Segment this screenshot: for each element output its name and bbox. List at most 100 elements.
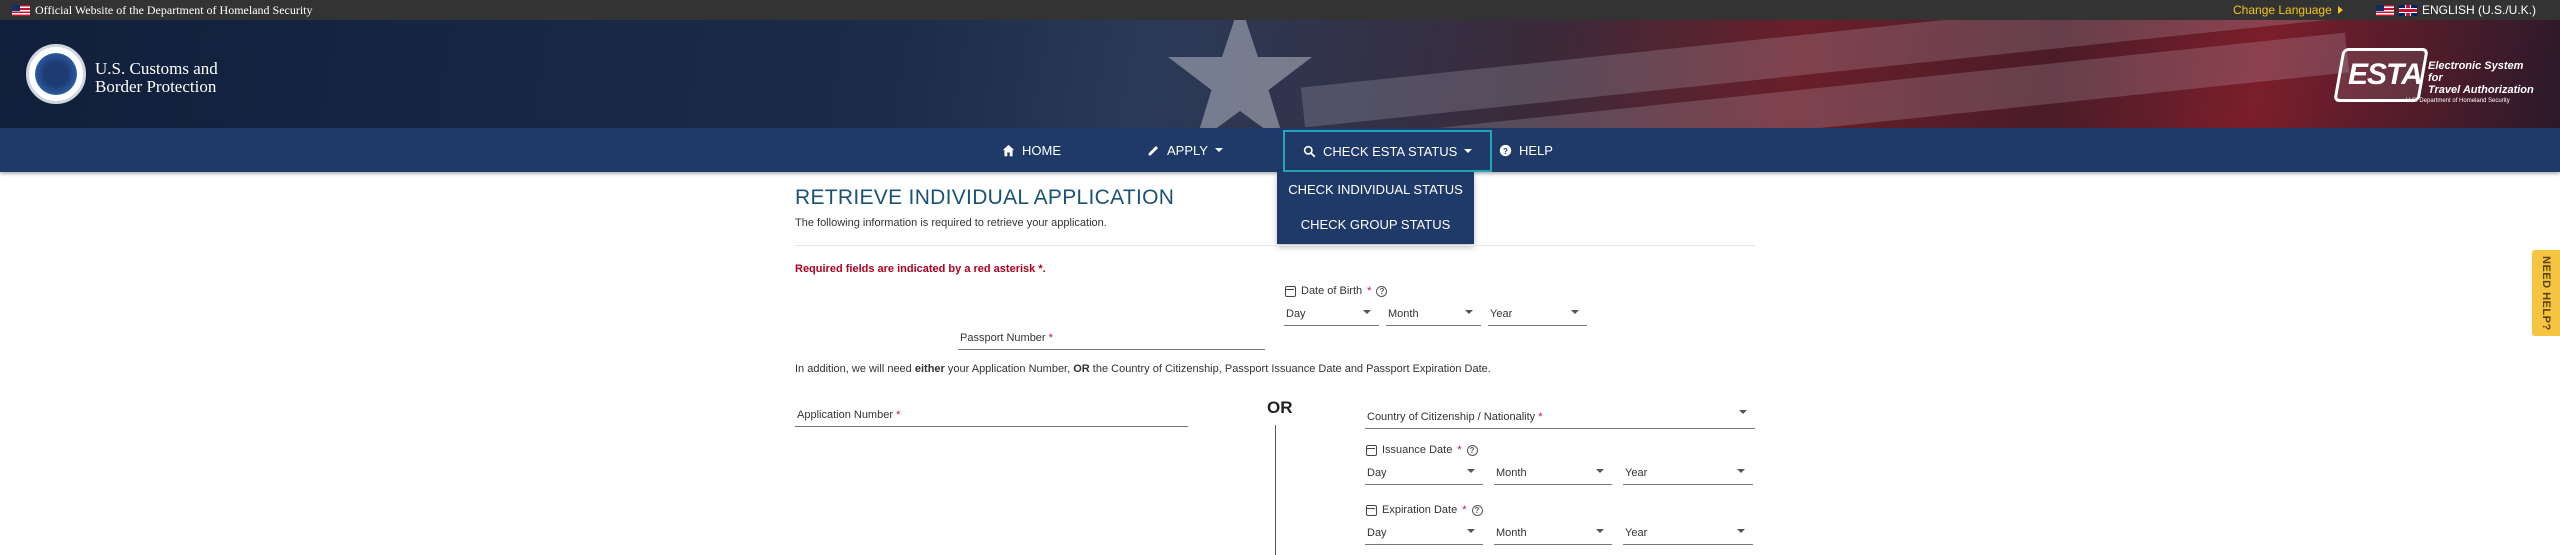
- application-number-label: Application Number *: [797, 409, 900, 421]
- svg-text:?: ?: [1503, 146, 1508, 155]
- expiration-year-select[interactable]: Year: [1623, 523, 1753, 545]
- nav-help-label: HELP: [1519, 142, 1553, 158]
- info-text-post: the Country of Citizenship, Passport Iss…: [1089, 363, 1491, 375]
- issuance-day-select[interactable]: Day: [1365, 463, 1483, 485]
- expiration-year-value: Year: [1625, 527, 1648, 539]
- check-status-dropdown: CHECK INDIVIDUAL STATUS CHECK GROUP STAT…: [1277, 172, 1474, 244]
- chevron-down-icon: [1467, 469, 1475, 473]
- or-divider: OR: [1267, 398, 1293, 417]
- country-of-citizenship-select[interactable]: Country of Citizenship / Nationality *: [1365, 404, 1755, 429]
- header-banner: U.S. Customs and Border Protection ESTA …: [0, 20, 2560, 128]
- alternate-info-text: In addition, we will need either your Ap…: [795, 363, 1491, 375]
- issuance-year-select[interactable]: Year: [1623, 463, 1753, 485]
- issuance-date-label-text: Issuance Date: [1382, 444, 1453, 456]
- passport-number-label-text: Passport Number: [960, 332, 1049, 344]
- language-selector[interactable]: ENGLISH (U.S./U.K.): [2376, 3, 2536, 17]
- star-decoration-icon: [1168, 20, 1312, 128]
- dob-day-select[interactable]: Day: [1284, 304, 1379, 326]
- menu-item-check-individual-status[interactable]: CHECK INDIVIDUAL STATUS: [1277, 182, 1474, 197]
- nav-check-esta-status[interactable]: CHECK ESTA STATUS: [1283, 130, 1493, 172]
- country-label: Country of Citizenship / Nationality *: [1367, 411, 1542, 423]
- info-text-or: OR: [1073, 363, 1090, 375]
- expiration-month-value: Month: [1496, 527, 1527, 539]
- issuance-month-value: Month: [1496, 467, 1527, 479]
- required-asterisk: *: [1048, 332, 1053, 344]
- chevron-down-icon: [1464, 149, 1473, 153]
- info-text-either: either: [914, 363, 945, 375]
- dhs-seal-logo[interactable]: [26, 44, 86, 104]
- nav-home-label: HOME: [1022, 142, 1061, 158]
- application-number-input[interactable]: Application Number *: [795, 395, 1188, 427]
- uk-flag-icon: [2399, 4, 2417, 16]
- agency-name[interactable]: U.S. Customs and Border Protection: [95, 60, 218, 96]
- chevron-down-icon: [1737, 469, 1745, 473]
- pencil-icon: [1148, 145, 1158, 155]
- nav-home[interactable]: HOME: [1002, 128, 1061, 172]
- help-icon[interactable]: ?: [1471, 504, 1483, 516]
- issuance-year-value: Year: [1625, 467, 1648, 479]
- chevron-down-icon: [1737, 529, 1745, 533]
- nav-apply-label: APPLY: [1167, 142, 1208, 158]
- esta-sub-line1: Electronic System for: [2428, 60, 2524, 84]
- dob-month-select[interactable]: Month: [1386, 304, 1481, 326]
- dob-year-select[interactable]: Year: [1488, 304, 1587, 326]
- info-text-pre: In addition, we will need: [795, 363, 915, 375]
- calendar-icon: [1285, 285, 1296, 297]
- chevron-down-icon: [1596, 529, 1604, 533]
- expiration-month-select[interactable]: Month: [1494, 523, 1612, 545]
- us-flag-icon: [12, 5, 30, 16]
- expiration-date-label: Expiration Date * ?: [1366, 504, 1483, 516]
- dob-day-value: Day: [1286, 308, 1306, 320]
- esta-logo[interactable]: ESTA Electronic System for Travel Author…: [2333, 46, 2534, 106]
- chevron-down-icon: [1214, 148, 1223, 152]
- official-notice: Official Website of the Department of Ho…: [12, 3, 313, 18]
- country-label-text: Country of Citizenship / Nationality: [1367, 411, 1539, 423]
- required-note-text: Required fields are indicated by a red a…: [795, 263, 1039, 275]
- passport-number-label: Passport Number *: [960, 332, 1053, 344]
- passport-number-input[interactable]: Passport Number *: [958, 320, 1265, 350]
- esta-dhs-text: U.S. Department of Homeland Security: [2406, 98, 2510, 104]
- us-flag-icon: [2376, 4, 2394, 16]
- required-note: Required fields are indicated by a red a…: [795, 263, 1046, 275]
- dob-month-value: Month: [1388, 308, 1419, 320]
- chevron-down-icon: [1465, 310, 1473, 314]
- vertical-divider: [1275, 425, 1276, 555]
- nav-apply[interactable]: APPLY: [1147, 128, 1223, 172]
- required-asterisk: *: [1538, 411, 1543, 423]
- home-icon: [1002, 144, 1015, 156]
- date-of-birth-label-text: Date of Birth: [1301, 285, 1363, 297]
- issuance-date-label: Issuance Date * ?: [1366, 444, 1478, 456]
- expiration-day-select[interactable]: Day: [1365, 523, 1483, 545]
- caret-right-icon: [2337, 6, 2343, 14]
- info-text-mid: your Application Number,: [944, 363, 1074, 375]
- issuance-day-value: Day: [1367, 467, 1387, 479]
- menu-item-check-group-status[interactable]: CHECK GROUP STATUS: [1277, 217, 1474, 232]
- change-language-link[interactable]: Change Language: [2233, 3, 2343, 17]
- help-icon[interactable]: ?: [1466, 444, 1478, 456]
- expiration-date-label-text: Expiration Date: [1382, 504, 1458, 516]
- need-help-tab[interactable]: NEED HELP?: [2532, 250, 2560, 336]
- esta-logo-word: ESTA: [2348, 58, 2423, 91]
- application-number-label-text: Application Number: [797, 409, 897, 421]
- page-title: RETRIEVE INDIVIDUAL APPLICATION: [795, 186, 1175, 209]
- chevron-down-icon: [1596, 469, 1604, 473]
- help-circle-icon: ?: [1499, 144, 1512, 156]
- page-subtitle: The following information is required to…: [795, 217, 1107, 229]
- chevron-down-icon: [1363, 310, 1371, 314]
- calendar-icon: [1366, 504, 1377, 516]
- chevron-down-icon: [1739, 410, 1747, 414]
- help-icon[interactable]: ?: [1376, 285, 1388, 297]
- required-asterisk: *: [896, 409, 901, 421]
- official-notice-text: Official Website of the Department of Ho…: [35, 3, 313, 17]
- language-text: ENGLISH (U.S./U.K.): [2422, 3, 2537, 17]
- issuance-month-select[interactable]: Month: [1494, 463, 1612, 485]
- dob-year-value: Year: [1490, 308, 1513, 320]
- nav-help[interactable]: ? HELP: [1499, 128, 1553, 172]
- agency-name-line2: Border Protection: [95, 77, 217, 96]
- main-nav: HOME APPLY CHECK ESTA STATUS ? HELP: [0, 128, 2560, 172]
- expiration-day-value: Day: [1367, 527, 1387, 539]
- divider: [795, 245, 1755, 246]
- esta-logo-subtitle: Electronic System for Travel Authorizati…: [2428, 60, 2538, 96]
- required-asterisk: *: [1462, 504, 1467, 516]
- change-language-text: Change Language: [2233, 3, 2332, 17]
